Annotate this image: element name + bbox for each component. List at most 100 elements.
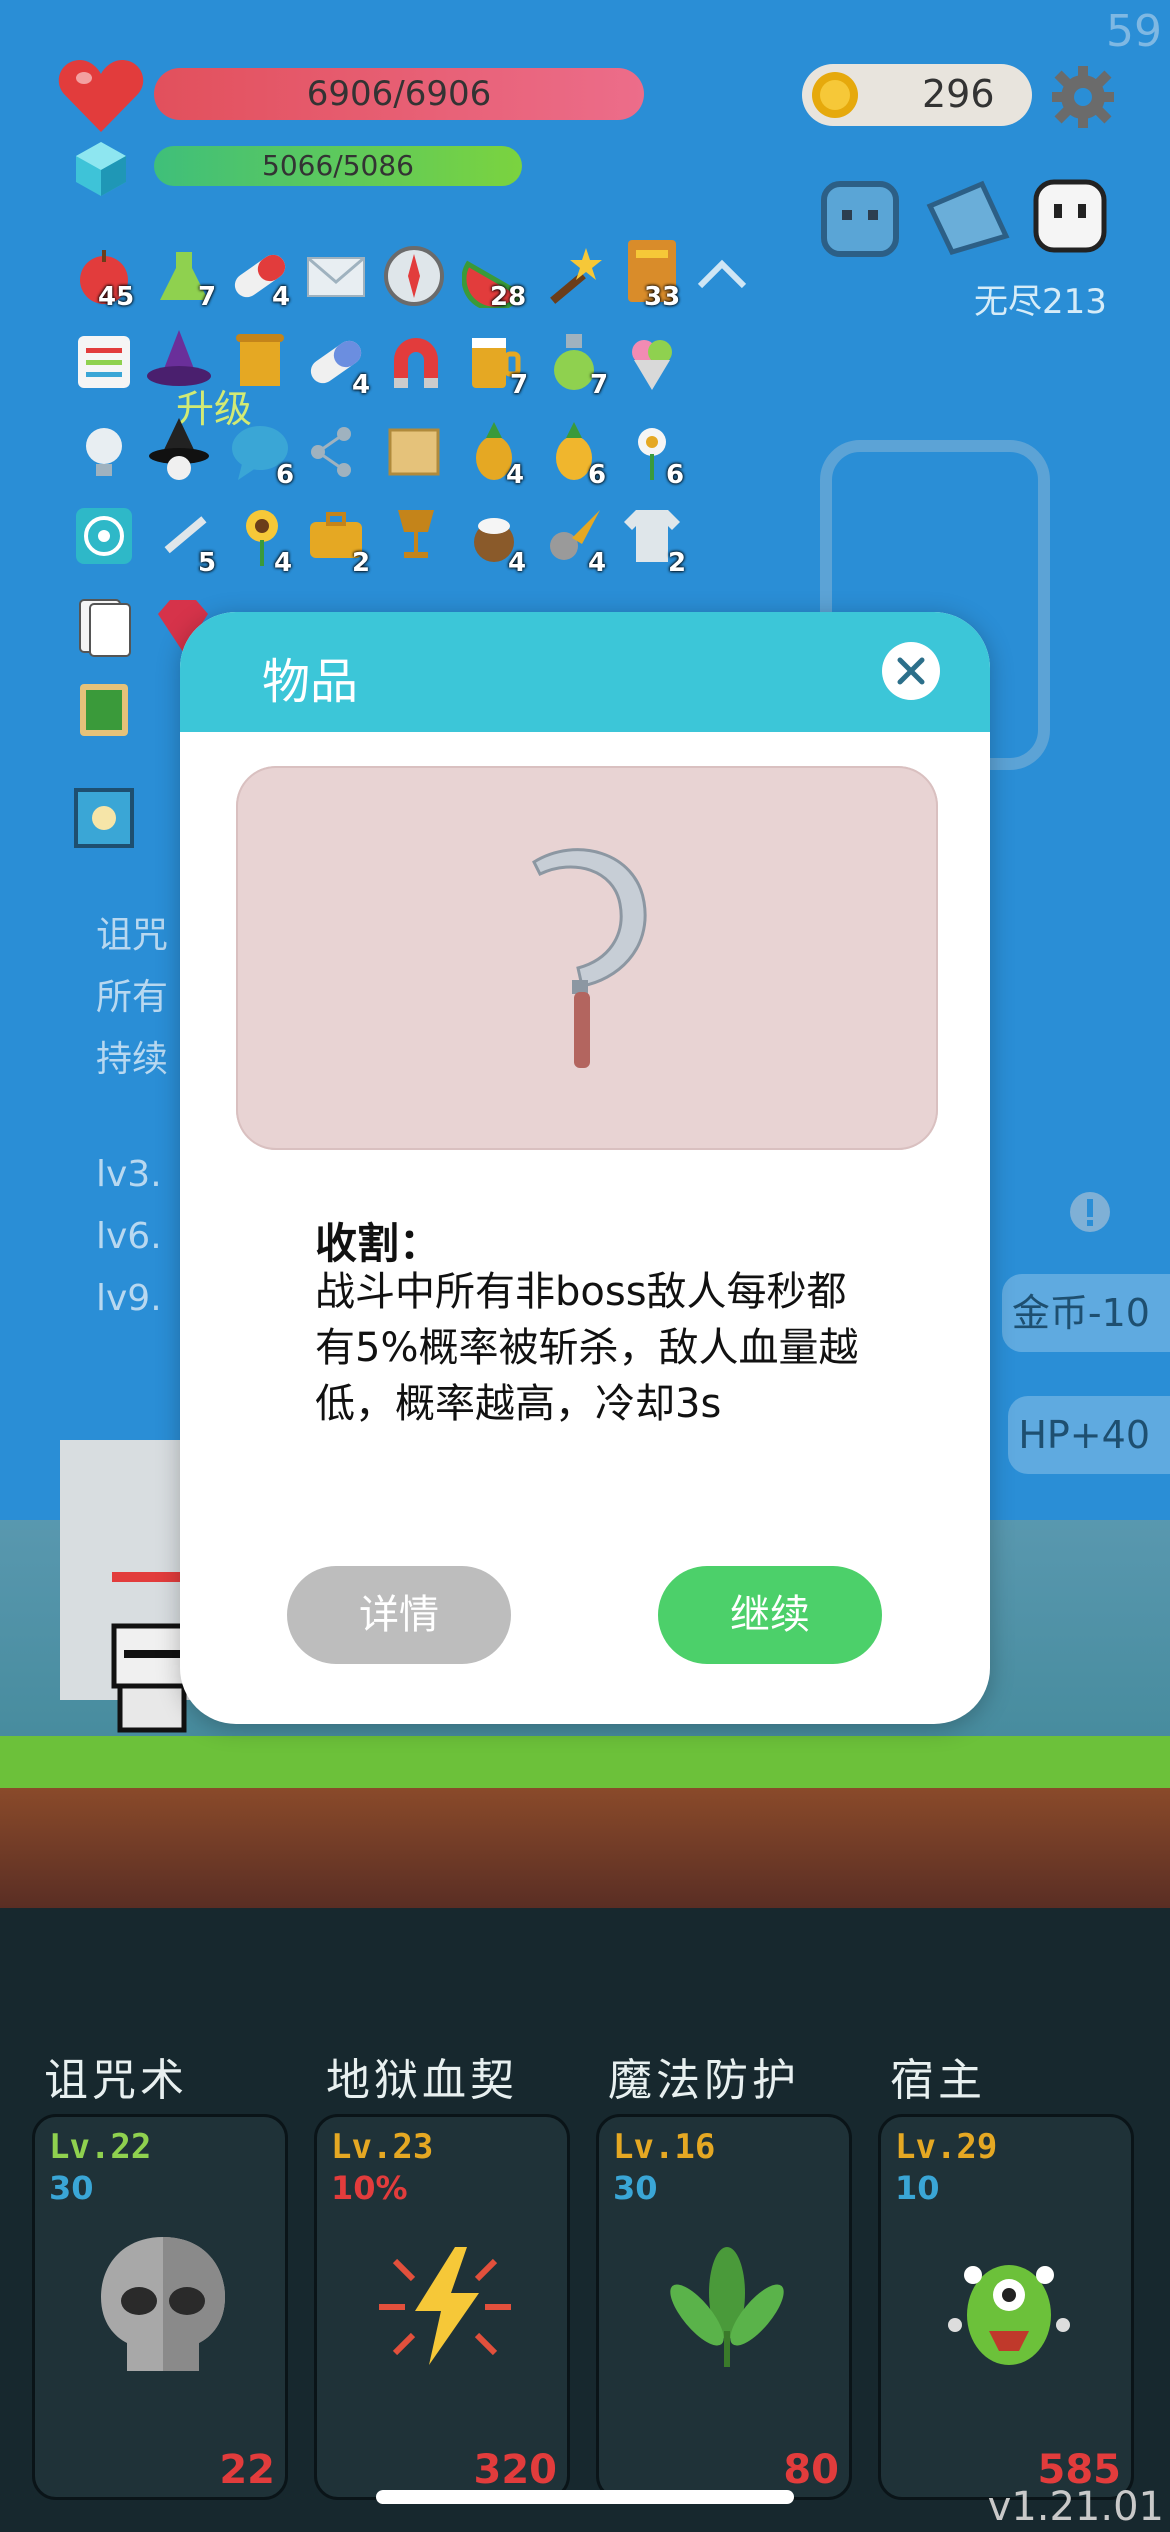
capsule-count: 4 <box>352 370 371 400</box>
glowing-tile-item[interactable] <box>72 786 136 850</box>
skill-card-magic-shield[interactable]: Lv.16 30 80 <box>596 2114 852 2500</box>
coin-icon <box>812 72 858 118</box>
skill-name-curse: 诅咒术 <box>44 2055 188 2106</box>
flask-item[interactable]: 7 <box>542 330 608 400</box>
endless-mode-label: 无尽213 <box>974 282 1107 322</box>
network-item[interactable] <box>304 420 368 484</box>
skill-card-hell-pact[interactable]: Lv.23 10% 320 <box>314 2114 570 2500</box>
potion-item[interactable]: 7 <box>152 244 216 312</box>
alert-icon[interactable] <box>1068 1190 1112 1234</box>
sickle-icon <box>532 848 647 1068</box>
dirt-ground <box>0 1788 1170 1908</box>
flower-count: 6 <box>666 460 685 490</box>
magic-wand-item[interactable] <box>540 244 604 308</box>
map-scroll-item[interactable] <box>382 420 446 484</box>
pineapple2-item[interactable]: 6 <box>542 420 606 490</box>
envelope-icon <box>307 256 365 297</box>
pixel-flag-icon[interactable] <box>922 176 1014 260</box>
bg-text-line-4: lv3. <box>96 1154 162 1195</box>
skill-card-host[interactable]: Lv.29 10 585 <box>878 2114 1134 2500</box>
magnet-item[interactable] <box>384 330 448 394</box>
modal-title: 物品 <box>262 654 359 710</box>
sunflower-count: 4 <box>274 548 293 578</box>
skill-value: 10 <box>895 2169 940 2207</box>
bg-text-line-2: 所有 <box>96 977 169 1018</box>
skill-card-curse[interactable]: Lv.22 30 22 <box>32 2114 288 2500</box>
sunflower-item[interactable]: 4 <box>230 504 294 578</box>
coconut-item[interactable]: 4 <box>462 504 526 578</box>
skull-icon <box>101 2237 225 2371</box>
briefcase-item[interactable]: 2 <box>304 504 370 578</box>
pineapple-item[interactable]: 4 <box>462 420 526 490</box>
goblet-item[interactable] <box>384 504 448 568</box>
envelope-item[interactable] <box>304 244 368 308</box>
pineapple-count: 4 <box>506 460 525 490</box>
item-preview <box>236 766 938 1150</box>
home-indicator[interactable] <box>376 2490 794 2504</box>
leaf-icon <box>670 2247 784 2367</box>
flask-count: 7 <box>590 370 609 400</box>
fps-counter: 59 <box>1106 6 1162 57</box>
skill-level: Lv.22 <box>49 2127 152 2167</box>
book-count: 33 <box>644 282 681 312</box>
playing-cards-item[interactable] <box>72 594 136 658</box>
hp-plus-button[interactable]: HP+40 <box>1008 1396 1170 1474</box>
apple-item[interactable]: 45 <box>72 244 136 312</box>
lightning-burst-icon <box>379 2247 511 2365</box>
beer-item[interactable]: 7 <box>462 330 528 400</box>
grass-strip <box>0 1736 1170 1788</box>
chat-item[interactable]: 6 <box>228 420 294 490</box>
network-icon <box>311 427 351 477</box>
ice-cream-item[interactable] <box>620 330 684 394</box>
bg-text-line-5: lv6. <box>96 1216 162 1257</box>
green-card-item[interactable] <box>72 678 136 742</box>
modal-header: 物品 <box>180 612 990 732</box>
apple-count: 45 <box>98 282 135 312</box>
mp-bar: 5066/5086 <box>154 146 522 186</box>
capsule-item[interactable]: 4 <box>304 330 370 400</box>
pineapple2-count: 6 <box>588 460 607 490</box>
close-icon <box>897 657 925 685</box>
collapse-chevron-icon[interactable] <box>694 258 750 292</box>
hp-bar: 6906/6906 <box>154 68 644 120</box>
pixel-face-icon[interactable] <box>818 176 902 260</box>
watermelon-count: 28 <box>490 282 527 312</box>
pill-item[interactable]: 4 <box>228 244 292 312</box>
book-item[interactable]: 33 <box>620 236 684 312</box>
goblet-icon <box>398 510 434 558</box>
watermelon-item[interactable]: 28 <box>461 244 526 312</box>
bg-text-line-1: 诅咒 <box>96 915 169 956</box>
flower-item[interactable]: 6 <box>620 420 684 490</box>
coconut-count: 4 <box>508 548 527 578</box>
pill-count: 4 <box>272 282 291 312</box>
item-modal: 物品 收割： 战斗中所有非boss敌人每秒都有5%概率被斩杀，敌人血量越低，概率… <box>180 612 990 1724</box>
playing-cards-icon <box>79 599 131 657</box>
ghost-icon[interactable] <box>1032 178 1108 254</box>
coin-minus-button[interactable]: 金币-10 <box>1001 1274 1170 1352</box>
close-button[interactable] <box>882 642 940 700</box>
beer-count: 7 <box>510 370 529 400</box>
skull-witch-hat-item[interactable] <box>144 414 209 480</box>
meteor-item[interactable]: 4 <box>542 504 606 578</box>
ice-cream-icon <box>632 340 672 390</box>
map-scroll-icon <box>388 428 440 476</box>
skill-name-magic-shield: 魔法防护 <box>608 2055 800 2106</box>
target-icon <box>76 508 132 564</box>
coin-counter: 296 <box>802 64 1032 126</box>
continue-button[interactable]: 继续 <box>658 1566 882 1664</box>
shirt-count: 2 <box>668 548 687 578</box>
compass-item[interactable] <box>382 244 446 308</box>
skill-cost: 320 <box>473 2447 558 2493</box>
bg-text-line-3: 持续 <box>96 1039 169 1080</box>
skill-name-hell-pact: 地狱血契 <box>326 2055 518 2106</box>
item-description: 战斗中所有非boss敌人每秒都有5%概率被斩杀，敌人血量越低，概率越高，冷却3s <box>315 1269 859 1427</box>
shirt-item[interactable]: 2 <box>620 504 686 578</box>
item-name: 收割： <box>315 1219 442 1268</box>
detail-button[interactable]: 详情 <box>287 1566 511 1664</box>
target-item[interactable] <box>72 504 136 568</box>
lightbulb-item[interactable] <box>72 420 136 484</box>
notes-item[interactable] <box>72 330 136 394</box>
settings-gear-icon[interactable] <box>1050 64 1116 130</box>
knife-item[interactable]: 5 <box>152 504 216 578</box>
skull-witch-hat-icon <box>149 418 209 480</box>
